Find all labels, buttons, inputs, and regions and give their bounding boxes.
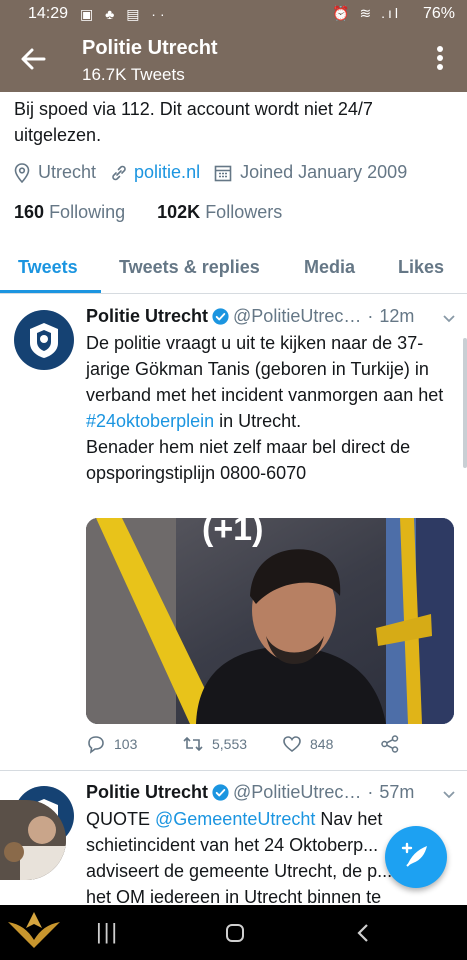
- scrollbar[interactable]: [463, 338, 467, 468]
- tweet-media-photo[interactable]: (+1): [86, 518, 454, 724]
- following-stat[interactable]: 160 Following: [14, 202, 125, 222]
- retweet-button[interactable]: 5,553: [182, 734, 247, 754]
- tweet-text: De politie vraagt u uit te kijken naar d…: [86, 330, 446, 486]
- android-nav-bar: |||: [0, 905, 467, 960]
- following-count: 160: [14, 202, 45, 222]
- chevron-down-icon[interactable]: [442, 790, 456, 800]
- watermark-logo-icon: [8, 912, 60, 948]
- status-time: 14:29: [28, 5, 69, 22]
- tweet-author-name[interactable]: Politie Utrecht: [86, 782, 208, 803]
- tweet-text-part: QUOTE: [86, 809, 156, 829]
- media-caption: (+1): [202, 518, 264, 548]
- tweet-count: 16.7K Tweets: [82, 65, 185, 84]
- tweet-header: Politie Utrecht @PolitieUtrec… · 12m: [86, 306, 415, 327]
- link-icon: [112, 165, 126, 180]
- profile-joined-date: Joined January 2009: [240, 162, 408, 182]
- profile-header: Politie Utrecht 16.7K Tweets: [0, 30, 467, 92]
- heart-icon: [283, 736, 301, 753]
- reply-count: 103: [114, 736, 138, 752]
- hashtag-link[interactable]: #24oktoberplein: [86, 411, 214, 431]
- followers-count: 102K: [157, 202, 201, 222]
- verified-badge-icon: [212, 784, 229, 801]
- following-label: Following: [49, 202, 126, 222]
- back-arrow-icon[interactable]: [20, 44, 46, 74]
- followers-label: Followers: [205, 202, 283, 222]
- tweet-author-handle[interactable]: @PolitieUtrec…: [233, 782, 361, 803]
- back-nav-icon[interactable]: [356, 923, 370, 943]
- tab-likes[interactable]: Likes: [398, 257, 444, 278]
- tweet-text-part: in Utrecht.: [214, 411, 302, 431]
- tweet-text-part: De politie vraagt u uit te kijken naar d…: [86, 333, 444, 405]
- profile-bio: Bij spoed via 112. Dit account wordt nie…: [14, 99, 373, 145]
- profile-website-link[interactable]: politie.nl: [134, 162, 200, 183]
- battery-level: 76%: [422, 5, 455, 22]
- reply-button[interactable]: 103: [86, 734, 137, 754]
- profile-location: Utrecht: [38, 162, 97, 182]
- compose-tweet-button[interactable]: [385, 826, 447, 888]
- home-icon[interactable]: [225, 923, 245, 943]
- share-button[interactable]: [380, 734, 408, 754]
- tab-tweets[interactable]: Tweets: [18, 257, 78, 278]
- tab-media[interactable]: Media: [304, 257, 355, 278]
- tab-tweets-and-replies[interactable]: Tweets & replies: [119, 257, 260, 278]
- profile-meta: Utrecht politie.nl Joined January 2009: [14, 162, 407, 183]
- system-icons: ⏰ ≋ .ıl: [332, 5, 401, 21]
- profile-title: Politie Utrecht: [82, 37, 218, 59]
- mention-link[interactable]: @GemeenteUtrecht: [155, 809, 315, 829]
- profile-tabs: Tweets Tweets & replies Media Likes: [0, 244, 467, 294]
- like-button[interactable]: 848: [282, 734, 333, 754]
- location-icon: [14, 162, 30, 183]
- calendar-icon: [214, 165, 232, 181]
- active-tab-indicator: [0, 290, 101, 293]
- tweet-divider: [0, 770, 467, 771]
- compose-feather-icon: [401, 842, 427, 867]
- tweet-timestamp: 12m: [379, 306, 415, 326]
- tweet-header: Politie Utrecht @PolitieUtrec… · 57m: [86, 782, 415, 803]
- photo-image: [86, 518, 454, 724]
- like-count: 848: [310, 736, 334, 752]
- notification-icons: ▣ ♣ ▤ ··: [80, 6, 169, 22]
- share-icon: [381, 735, 399, 753]
- status-bar: 14:29 ▣ ♣ ▤ ·· ⏰ ≋ .ıl 76%: [0, 0, 467, 30]
- retweet-count: 5,553: [212, 736, 248, 752]
- tweet-author-handle[interactable]: @PolitieUtrec…: [233, 306, 361, 327]
- followers-stat[interactable]: 102K Followers: [157, 202, 282, 222]
- reply-icon: [88, 736, 104, 754]
- tweet-text-part: Benader hem niet zelf maar bel direct de…: [86, 437, 411, 483]
- follow-counts: 160 Following 102K Followers: [14, 202, 282, 223]
- verified-badge-icon: [212, 308, 229, 325]
- more-options-icon[interactable]: [435, 46, 445, 74]
- retweet-icon: [183, 736, 203, 752]
- chevron-down-icon[interactable]: [442, 314, 456, 324]
- recent-apps-icon[interactable]: |||: [96, 919, 119, 945]
- tweet-author-name[interactable]: Politie Utrecht: [86, 306, 208, 327]
- avatar[interactable]: [14, 310, 74, 370]
- tweet-timestamp: 57m: [379, 782, 415, 802]
- police-logo-icon: [30, 323, 58, 358]
